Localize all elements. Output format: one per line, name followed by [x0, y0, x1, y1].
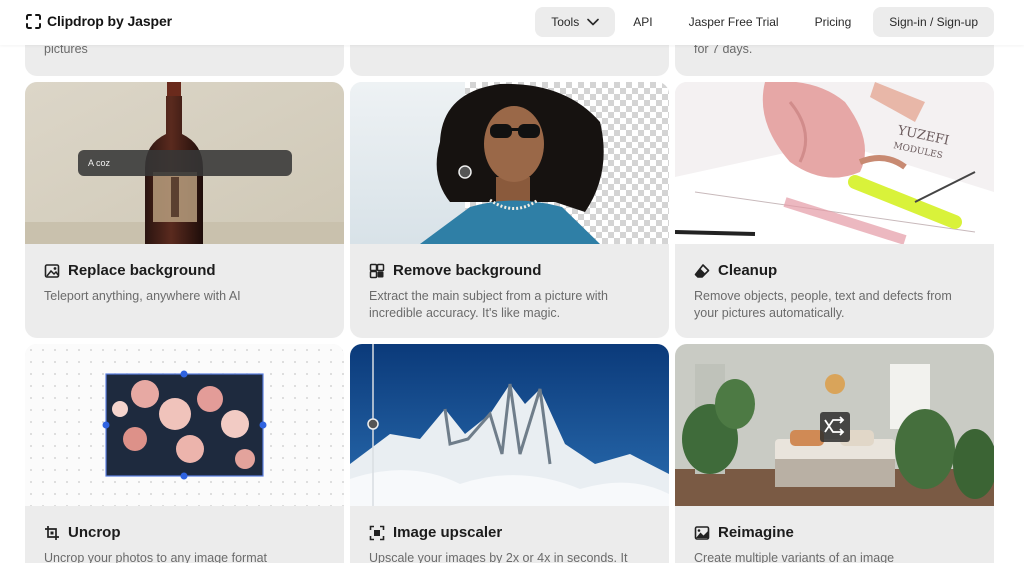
tool-card-cleanup[interactable]: YUZEFI MODULES Cleanup Remove objects, p… [675, 82, 994, 338]
card-title-row: Uncrop [44, 524, 121, 541]
card-title-row: Replace background [44, 262, 216, 279]
nav-link-pricing[interactable]: Pricing [797, 7, 870, 37]
sign-in-button[interactable]: Sign-in / Sign-up [873, 7, 994, 37]
image-upscaler-preview-image [350, 344, 669, 506]
uncrop-preview-image [25, 344, 344, 506]
card-title: Cleanup [718, 262, 778, 279]
page: Clipdrop by Jasper Tools API Jasper Free… [0, 0, 1024, 563]
cleanup-preview-image: YUZEFI MODULES [675, 82, 994, 244]
tool-card-replace-background[interactable]: A coz Replace background Teleport anythi… [25, 82, 344, 338]
card-title-row: Image upscaler [369, 524, 502, 541]
card-title: Reimagine [718, 524, 794, 541]
brand-name: Clipdrop by Jasper [47, 13, 173, 29]
card-description: Teleport anything, anywhere with AI [44, 289, 241, 303]
card-description: Extract the main subject from a picture … [369, 289, 608, 320]
card-description: Uncrop your photos to any image format [44, 551, 268, 563]
shuffle-button[interactable] [820, 412, 850, 442]
card-title-row: Cleanup [694, 262, 777, 279]
card-description: Upscale your images by 2x or 4x in secon… [369, 551, 628, 563]
tool-card-reimagine[interactable]: Reimagine Create multiple variants of an… [675, 344, 994, 563]
card-title-row: Remove background [369, 262, 541, 279]
card-title: Replace background [68, 262, 216, 279]
card-description: Create multiple variants of an image [694, 551, 895, 563]
tool-card-remove-background[interactable]: Remove background Extract the main subje… [350, 82, 669, 338]
remove-background-icon [369, 263, 385, 278]
main-nav: Tools API Jasper Free Trial Pricing Sign… [535, 7, 994, 37]
tools-label: Tools [551, 15, 580, 29]
nav-link-jasper-free-trial[interactable]: Jasper Free Trial [671, 7, 797, 37]
tool-card-uncrop[interactable]: Uncrop Uncrop your photos to any image f… [25, 344, 344, 563]
image-icon [694, 525, 710, 540]
card-title: Remove background [393, 262, 542, 279]
tool-card-image-upscaler[interactable]: Image upscaler Upscale your images by 2x… [350, 344, 669, 563]
brand-logo[interactable]: Clipdrop by Jasper [26, 13, 172, 29]
card-title: Image upscaler [393, 524, 503, 541]
top-navigation-bar: Clipdrop by Jasper Tools API Jasper Free… [0, 0, 1024, 45]
replace-background-icon [44, 263, 60, 278]
clipdrop-logo-icon [26, 13, 41, 29]
card-title: Uncrop [68, 524, 121, 541]
prompt-input[interactable]: A coz [78, 150, 292, 176]
eraser-icon [694, 263, 710, 278]
card-description: Remove objects, people, text and defects… [694, 289, 952, 320]
nav-link-api[interactable]: API [615, 7, 670, 37]
chevron-down-icon [587, 18, 600, 26]
tools-dropdown-button[interactable]: Tools [535, 7, 616, 37]
crop-icon [45, 525, 59, 540]
prompt-text: A coz [88, 158, 111, 168]
card-title-row: Reimagine [694, 524, 794, 541]
remove-background-preview-image [350, 82, 669, 244]
upscale-icon [369, 525, 385, 540]
